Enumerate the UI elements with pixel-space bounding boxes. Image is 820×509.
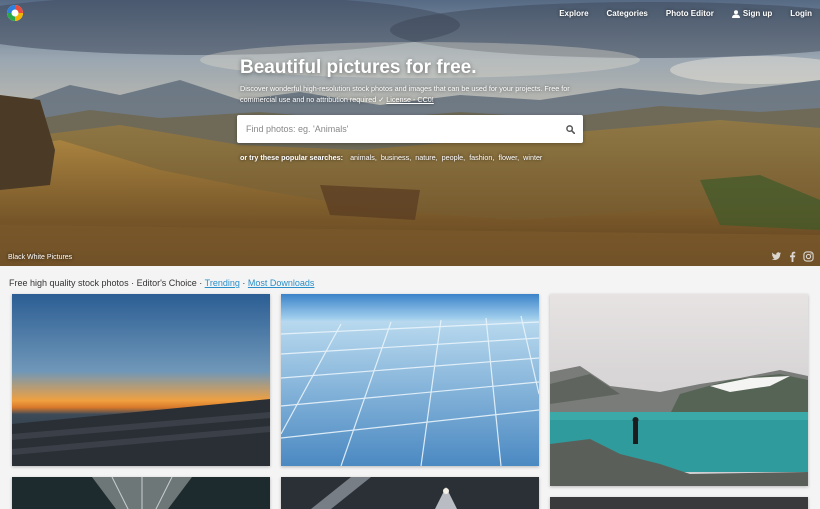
photo-thumbnail: [550, 497, 808, 509]
social-links: [771, 249, 814, 262]
search-input[interactable]: [237, 115, 557, 143]
photo-card-glass-floor[interactable]: [281, 294, 539, 466]
photo-thumbnail: [281, 294, 539, 466]
photo-card-mountain-lake[interactable]: [550, 294, 808, 486]
nav-categories-link[interactable]: Categories: [607, 9, 648, 18]
photo-card-night-city[interactable]: [281, 477, 539, 509]
popular-search-link[interactable]: nature,: [415, 153, 437, 162]
popular-searches: or try these popular searches: animals, …: [240, 153, 542, 162]
popular-search-link[interactable]: winter: [523, 153, 542, 162]
hero-banner: Explore Categories Photo Editor Sign up …: [0, 0, 820, 266]
search-button[interactable]: [557, 115, 583, 143]
filter-trending-link[interactable]: Trending: [205, 278, 240, 288]
hero-description: Discover wonderful high-resolution stock…: [240, 83, 585, 105]
photo-card-architecture[interactable]: [12, 477, 270, 509]
popular-search-link[interactable]: flower,: [498, 153, 519, 162]
popular-search-link[interactable]: people,: [442, 153, 466, 162]
search-bar: [237, 115, 583, 143]
facebook-icon[interactable]: [787, 249, 798, 262]
instagram-icon[interactable]: [803, 249, 814, 262]
filter-separator: ·: [242, 278, 246, 288]
hero-title: Beautiful pictures for free.: [240, 57, 477, 78]
photo-card-sunset-pier[interactable]: [12, 294, 270, 466]
filter-bar: Free high quality stock photos · Editor'…: [9, 278, 314, 288]
filter-static-text: Free high quality stock photos · Editor'…: [9, 278, 203, 288]
popular-search-link[interactable]: business,: [381, 153, 411, 162]
photo-thumbnail: [12, 294, 270, 466]
nav-sign-up-link[interactable]: Sign up: [731, 9, 773, 18]
user-icon: [731, 9, 740, 18]
license-link[interactable]: License - CC0!: [386, 95, 434, 104]
nav-sign-up-label: Sign up: [742, 9, 773, 18]
photo-card-dark[interactable]: [550, 497, 808, 509]
popular-search-link[interactable]: fashion,: [469, 153, 494, 162]
photo-thumbnail: [550, 294, 808, 486]
popular-search-link[interactable]: animals,: [350, 153, 377, 162]
search-icon: [565, 124, 575, 134]
photo-thumbnail: [12, 477, 270, 509]
nav-photo-editor-link[interactable]: Photo Editor: [666, 9, 714, 18]
filter-most-downloads-link[interactable]: Most Downloads: [248, 278, 315, 288]
popular-searches-label: or try these popular searches:: [240, 153, 344, 162]
photo-credit[interactable]: Black White Pictures: [8, 254, 72, 261]
photo-thumbnail: [281, 477, 539, 509]
twitter-icon[interactable]: [771, 249, 782, 260]
nav-explore-link[interactable]: Explore: [559, 9, 588, 18]
nav-login-link[interactable]: Login: [790, 9, 812, 18]
top-navigation: Explore Categories Photo Editor Sign up …: [541, 9, 812, 18]
site-logo-icon[interactable]: [6, 4, 24, 22]
